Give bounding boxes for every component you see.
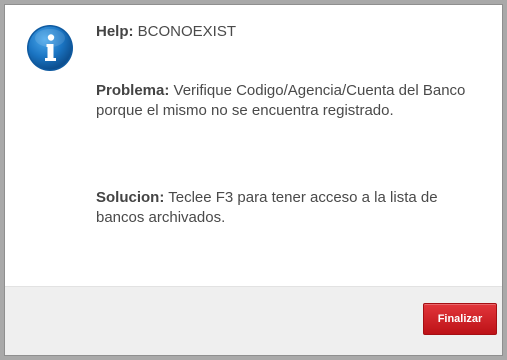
help-dialog: Help: BCONOEXIST Problema: Verifique Cod… xyxy=(4,4,503,356)
help-label: Help: xyxy=(96,23,134,40)
problema-section: Problema: Verifique Codigo/Agencia/Cuent… xyxy=(96,81,474,121)
finalizar-button[interactable]: Finalizar xyxy=(423,303,497,335)
dialog-footer: Finalizar xyxy=(5,286,502,355)
help-code: BCONOEXIST xyxy=(137,23,237,40)
help-line: Help: BCONOEXIST xyxy=(96,22,236,42)
solucion-section: Solucion: Teclee F3 para tener acceso a … xyxy=(96,188,474,228)
solucion-label: Solucion: xyxy=(96,189,165,206)
info-icon xyxy=(27,25,73,71)
problema-label: Problema: xyxy=(96,82,170,99)
